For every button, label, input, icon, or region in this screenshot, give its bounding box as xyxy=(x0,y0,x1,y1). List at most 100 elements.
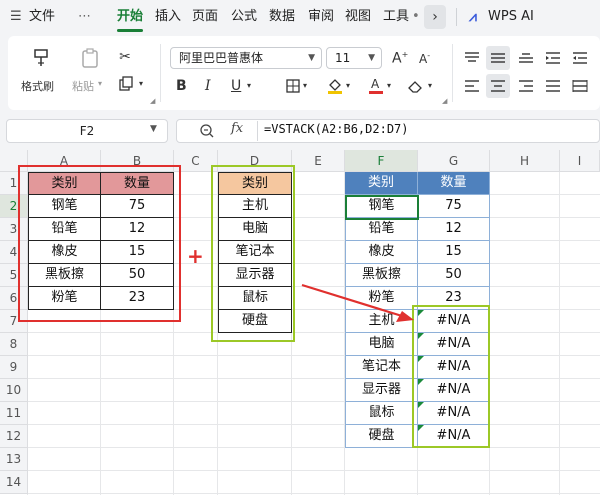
outdent-icon[interactable] xyxy=(570,48,590,68)
font-color-icon[interactable]: A xyxy=(366,75,386,95)
align-left-icon[interactable] xyxy=(462,76,482,96)
align-bottom-icon[interactable] xyxy=(516,48,536,68)
column-header-f[interactable]: F xyxy=(345,150,418,172)
formula-divider xyxy=(257,121,258,141)
cell-g2[interactable]: 75 xyxy=(418,195,490,218)
grid-row-line xyxy=(28,355,600,356)
row-header-14[interactable]: 14 xyxy=(0,471,28,494)
cell-f11[interactable]: 鼠标 xyxy=(345,402,418,425)
fill-color-dropdown-icon[interactable]: ▾ xyxy=(346,81,350,90)
borders-dropdown-icon[interactable]: ▾ xyxy=(303,81,307,90)
row-header-10[interactable]: 10 xyxy=(0,379,28,402)
arrow-icon xyxy=(301,283,414,322)
cell-g3[interactable]: 12 xyxy=(418,218,490,241)
format-painter-icon[interactable] xyxy=(29,46,53,70)
tab-tools[interactable]: 工具 xyxy=(383,8,409,26)
font-launcher-icon[interactable]: ◢ xyxy=(442,97,447,105)
fill-color-icon[interactable] xyxy=(325,75,345,95)
tab-home[interactable]: 开始 xyxy=(117,8,143,26)
paste-dropdown-icon[interactable]: ▾ xyxy=(98,79,102,88)
indent-icon[interactable] xyxy=(543,48,563,68)
cell-f8[interactable]: 电脑 xyxy=(345,333,418,356)
wps-ai-icon: ⩘ xyxy=(469,9,477,25)
formula-text[interactable]: =VSTACK(A2:B6,D2:D7) xyxy=(264,122,409,136)
ribbon-divider xyxy=(452,44,453,102)
italic-button[interactable]: I xyxy=(205,78,211,94)
svg-text:A: A xyxy=(371,77,380,91)
grid-row-line xyxy=(28,401,600,402)
tab-page[interactable]: 页面 xyxy=(192,8,218,26)
file-menu-icon[interactable]: ☰ xyxy=(10,8,22,26)
menu-bar: ☰ 文件 ⋯ 开始 插入 页面 公式 数据 审阅 视图 工具 • › ⩘ WPS… xyxy=(0,0,600,34)
row-header-12[interactable]: 12 xyxy=(0,425,28,448)
grid-row-line xyxy=(28,470,600,471)
row-header-8[interactable]: 8 xyxy=(0,333,28,356)
cell-g1[interactable]: 数量 xyxy=(418,172,490,195)
font-size-select[interactable]: 11 ▼ xyxy=(326,47,382,69)
name-box-value: F2 xyxy=(79,124,95,138)
decrease-font-icon[interactable]: A- xyxy=(419,51,430,66)
tab-view[interactable]: 视图 xyxy=(345,8,371,26)
grid-row-line xyxy=(28,332,600,333)
cell-g4[interactable]: 15 xyxy=(418,241,490,264)
column-header-i[interactable]: I xyxy=(560,150,600,172)
clear-dropdown-icon[interactable]: ▾ xyxy=(428,81,432,90)
row-header-11[interactable]: 11 xyxy=(0,402,28,425)
clear-format-icon[interactable] xyxy=(405,76,425,96)
align-top-icon[interactable] xyxy=(462,48,482,68)
insert-function-button[interactable]: fx xyxy=(231,121,243,136)
underline-dropdown-icon[interactable]: ▾ xyxy=(247,81,251,90)
source-range-highlight-red xyxy=(18,165,181,322)
borders-icon[interactable] xyxy=(283,76,303,96)
file-menu[interactable]: 文件 xyxy=(29,8,55,26)
cut-icon[interactable]: ✂ xyxy=(115,47,135,67)
paste-label[interactable]: 粘贴 xyxy=(72,78,94,94)
active-tab-indicator xyxy=(117,29,143,32)
justify-icon[interactable] xyxy=(543,76,563,96)
menu-divider xyxy=(456,8,457,26)
tab-overflow-icon: • xyxy=(412,9,420,24)
cell-f10[interactable]: 显示器 xyxy=(345,379,418,402)
tab-review[interactable]: 审阅 xyxy=(308,8,334,26)
distributed-align-icon[interactable] xyxy=(570,76,590,96)
cell-f1[interactable]: 类别 xyxy=(345,172,418,195)
increase-font-icon[interactable]: A+ xyxy=(392,50,408,67)
row-header-9[interactable]: 9 xyxy=(0,356,28,379)
underline-button[interactable]: U xyxy=(231,78,241,94)
tab-formulas[interactable]: 公式 xyxy=(231,8,257,26)
row-header-13[interactable]: 13 xyxy=(0,448,28,471)
grid-row-line xyxy=(28,493,600,494)
copy-icon[interactable] xyxy=(116,74,136,94)
cell-f3[interactable]: 铅笔 xyxy=(345,218,418,241)
grid-row-line xyxy=(28,424,600,425)
align-middle-icon xyxy=(488,48,508,68)
font-name-select[interactable]: 阿里巴巴普惠体 ▼ xyxy=(170,47,322,69)
cell-g5[interactable]: 50 xyxy=(418,264,490,287)
paste-icon[interactable] xyxy=(78,46,102,70)
tab-insert[interactable]: 插入 xyxy=(155,8,181,26)
align-right-icon[interactable] xyxy=(516,76,536,96)
scroll-tabs-right-button[interactable]: › xyxy=(424,5,446,29)
clipboard-launcher-icon[interactable]: ◢ xyxy=(150,97,155,105)
na-range-highlight-green xyxy=(412,305,490,448)
more-menu[interactable]: ⋯ xyxy=(78,8,91,26)
cell-f4[interactable]: 橡皮 xyxy=(345,241,418,264)
name-box[interactable]: F2 xyxy=(6,119,168,143)
wps-ai-button[interactable]: WPS AI xyxy=(488,8,534,26)
tab-data[interactable]: 数据 xyxy=(269,8,295,26)
bold-button[interactable]: B xyxy=(176,78,187,94)
grid-row-line xyxy=(28,378,600,379)
column-header-e[interactable]: E xyxy=(292,150,345,172)
cell-f12[interactable]: 硬盘 xyxy=(345,425,418,448)
column-header-h[interactable]: H xyxy=(490,150,560,172)
column-header-g[interactable]: G xyxy=(418,150,490,172)
zoom-formula-icon[interactable] xyxy=(199,123,215,143)
grid-row-line xyxy=(28,447,600,448)
copy-dropdown-icon[interactable]: ▾ xyxy=(139,79,143,88)
ribbon-divider xyxy=(160,44,161,102)
format-painter-label[interactable]: 格式刷 xyxy=(21,78,54,94)
font-color-dropdown-icon[interactable]: ▾ xyxy=(387,81,391,90)
name-box-dropdown-icon[interactable]: ▼ xyxy=(150,124,157,134)
active-cell-f2[interactable] xyxy=(345,195,419,220)
cell-f9[interactable]: 笔记本 xyxy=(345,356,418,379)
